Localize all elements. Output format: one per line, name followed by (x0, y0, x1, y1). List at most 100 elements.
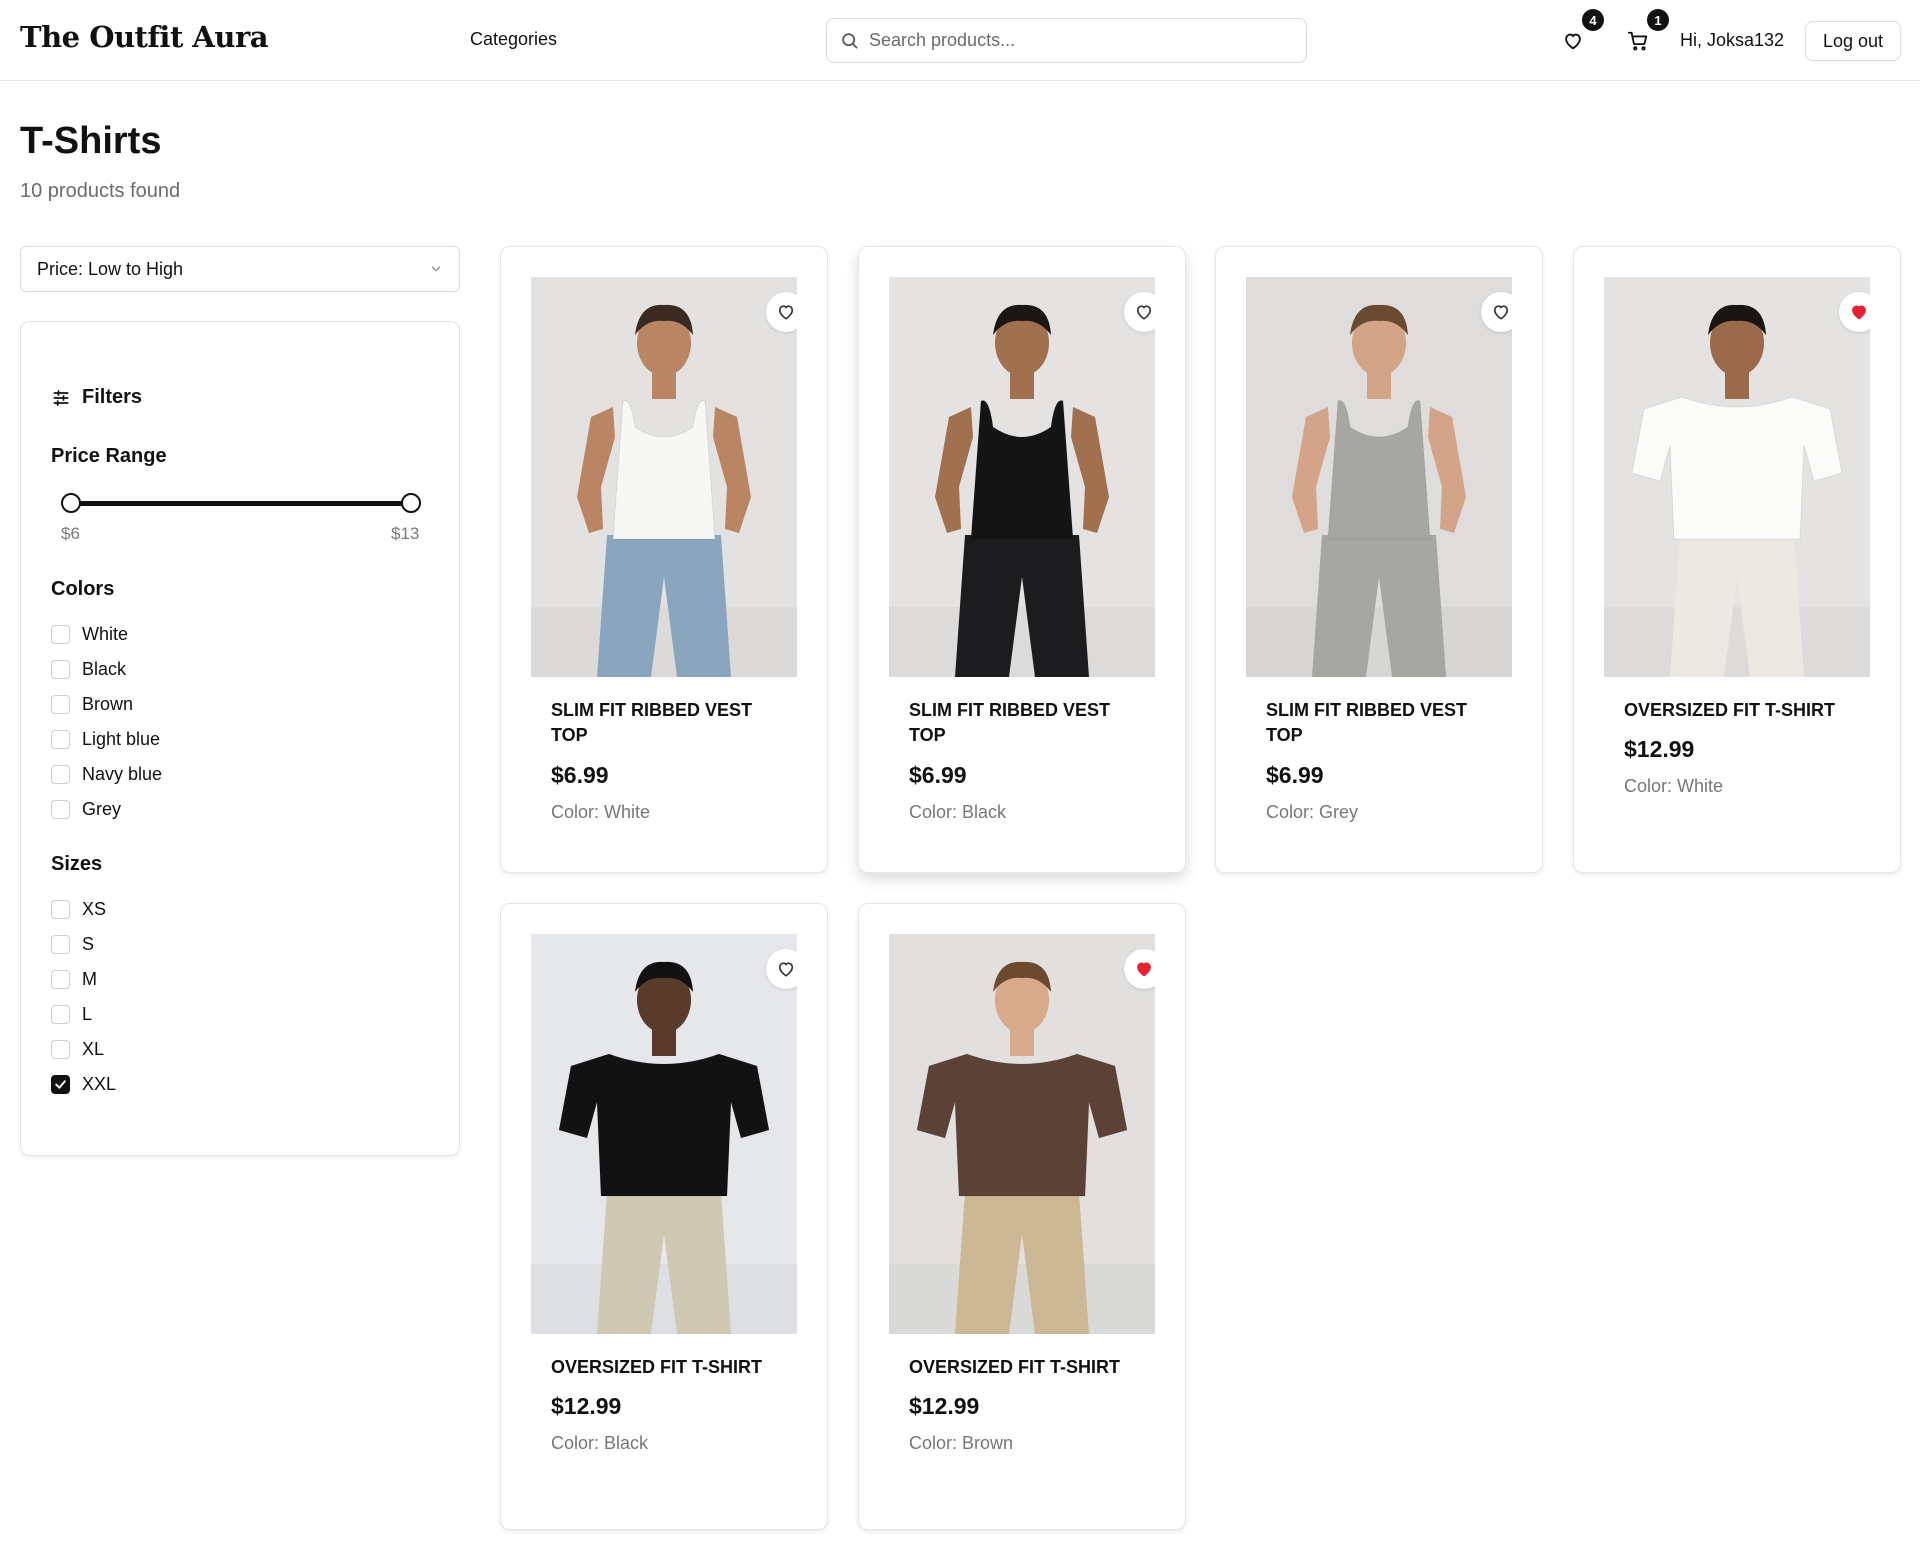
size-checkbox[interactable] (51, 1040, 70, 1059)
product-card[interactable]: SLIM FIT RIBBED VEST TOP $6.99 Color: Blac… (858, 246, 1186, 873)
color-checkbox[interactable] (51, 765, 70, 784)
check-icon (55, 1080, 66, 1089)
logout-button[interactable]: Log out (1805, 21, 1901, 61)
page-title: T-Shirts (20, 120, 162, 162)
color-checkbox[interactable] (51, 730, 70, 749)
size-checkbox[interactable] (51, 1075, 70, 1094)
product-card[interactable]: SLIM FIT RIBBED VEST TOP $6.99 Color: Grey (1215, 246, 1543, 873)
color-checkbox[interactable] (51, 660, 70, 679)
product-price: $12.99 (1624, 736, 1695, 762)
filters-header: Filters (51, 386, 142, 409)
size-option[interactable]: XL (51, 1039, 104, 1060)
product-image[interactable] (531, 277, 797, 677)
color-checkbox[interactable] (51, 625, 70, 644)
heart-outline-icon (778, 305, 794, 320)
price-range-title: Price Range (51, 445, 167, 467)
product-price: $6.99 (551, 762, 609, 788)
color-option-label: Brown (82, 694, 134, 714)
product-name[interactable]: SLIM FIT RIBBED VEST TOP (909, 698, 1149, 748)
price-max-label: $13 (391, 524, 420, 543)
sort-selected-value: Price: Low to High (37, 258, 184, 279)
size-option[interactable]: L (51, 1004, 92, 1025)
site-logo[interactable]: The Outfit Aura (20, 20, 269, 54)
color-option[interactable]: Black (51, 659, 126, 680)
product-price: $12.99 (909, 1393, 980, 1419)
product-card[interactable]: OVERSIZED FIT T-SHIRT $12.99 Color: White (1573, 246, 1901, 873)
wishlist-count-badge: 4 (1582, 9, 1604, 31)
cart-icon (1627, 31, 1648, 51)
color-option-label: White (82, 624, 129, 644)
color-option-label: Navy blue (82, 764, 163, 784)
wishlist-button[interactable]: 4 (1560, 9, 1604, 54)
product-name[interactable]: OVERSIZED FIT T-SHIRT (1624, 698, 1864, 723)
color-option-label: Grey (82, 799, 122, 819)
heart-outline-icon (778, 962, 794, 977)
product-color: Color: White (1624, 776, 1724, 796)
size-checkbox[interactable] (51, 900, 70, 919)
sliders-icon (53, 389, 69, 406)
size-checkbox[interactable] (51, 1005, 70, 1024)
product-image[interactable] (889, 934, 1155, 1334)
chevron-down-icon (431, 266, 441, 272)
color-option[interactable]: Grey (51, 799, 121, 820)
heart-filled-icon (1137, 962, 1151, 977)
size-option-label: L (82, 1004, 93, 1024)
price-range-slider[interactable] (51, 492, 431, 514)
color-option-label: Black (82, 659, 127, 679)
size-option[interactable]: S (51, 934, 94, 955)
product-image[interactable] (1604, 277, 1870, 677)
size-option-label: XL (82, 1039, 105, 1059)
product-name[interactable]: SLIM FIT RIBBED VEST TOP (551, 698, 791, 748)
size-option-label: XXL (82, 1074, 117, 1094)
heart-outline-icon (1136, 305, 1152, 320)
product-price: $12.99 (551, 1393, 622, 1419)
heart-icon (1565, 33, 1581, 50)
product-name[interactable]: SLIM FIT RIBBED VEST TOP (1266, 698, 1506, 748)
size-checkbox[interactable] (51, 970, 70, 989)
color-option[interactable]: Light blue (51, 729, 160, 750)
color-option[interactable]: Navy blue (51, 764, 162, 785)
product-price: $6.99 (909, 762, 967, 788)
color-checkbox[interactable] (51, 800, 70, 819)
product-image[interactable] (531, 934, 797, 1334)
slider-min-thumb[interactable] (61, 493, 81, 513)
product-image[interactable] (889, 277, 1155, 677)
product-color: Color: Grey (1266, 802, 1359, 822)
product-image[interactable] (1246, 277, 1512, 677)
price-min-label: $6 (61, 524, 80, 543)
product-name[interactable]: OVERSIZED FIT T-SHIRT (551, 1355, 791, 1380)
nav-categories[interactable]: Categories (470, 29, 557, 50)
color-option[interactable]: White (51, 624, 128, 645)
user-greeting: Hi, Joksa132 (1680, 30, 1785, 50)
size-option[interactable]: XS (51, 899, 106, 920)
cart-button[interactable]: 1 (1625, 9, 1669, 54)
product-card[interactable]: OVERSIZED FIT T-SHIRT $12.99 Color: Black (500, 903, 828, 1530)
product-name[interactable]: OVERSIZED FIT T-SHIRT (909, 1355, 1149, 1380)
product-card[interactable]: SLIM FIT RIBBED VEST TOP $6.99 Color: Whit… (500, 246, 828, 873)
color-option[interactable]: Brown (51, 694, 133, 715)
top-header: The Outfit Aura Categories 4 1 Hi, Joksa… (0, 0, 1920, 81)
product-count: 10 products found (20, 180, 181, 202)
heart-outline-icon (1493, 305, 1509, 320)
size-option-label: M (82, 969, 97, 989)
product-color: Color: Brown (909, 1433, 1014, 1453)
size-option[interactable]: M (51, 969, 97, 990)
slider-fill (71, 501, 411, 506)
filters-title: Filters (82, 386, 143, 408)
product-color: Color: White (551, 802, 651, 822)
slider-max-thumb[interactable] (401, 493, 421, 513)
product-color: Color: Black (909, 802, 1007, 822)
search-bar[interactable] (826, 18, 1307, 63)
cart-count-badge: 1 (1647, 9, 1669, 31)
color-checkbox[interactable] (51, 695, 70, 714)
product-color: Color: Black (551, 1433, 649, 1453)
size-option-label: S (82, 934, 95, 954)
product-price: $6.99 (1266, 762, 1324, 788)
sizes-title: Sizes (51, 853, 103, 875)
size-checkbox[interactable] (51, 935, 70, 954)
product-card[interactable]: OVERSIZED FIT T-SHIRT $12.99 Color: Brown (858, 903, 1186, 1530)
sort-select[interactable]: Price: Low to High (20, 246, 460, 292)
search-input[interactable] (869, 30, 1289, 51)
color-option-label: Light blue (82, 729, 161, 749)
size-option[interactable]: XXL (51, 1074, 116, 1095)
